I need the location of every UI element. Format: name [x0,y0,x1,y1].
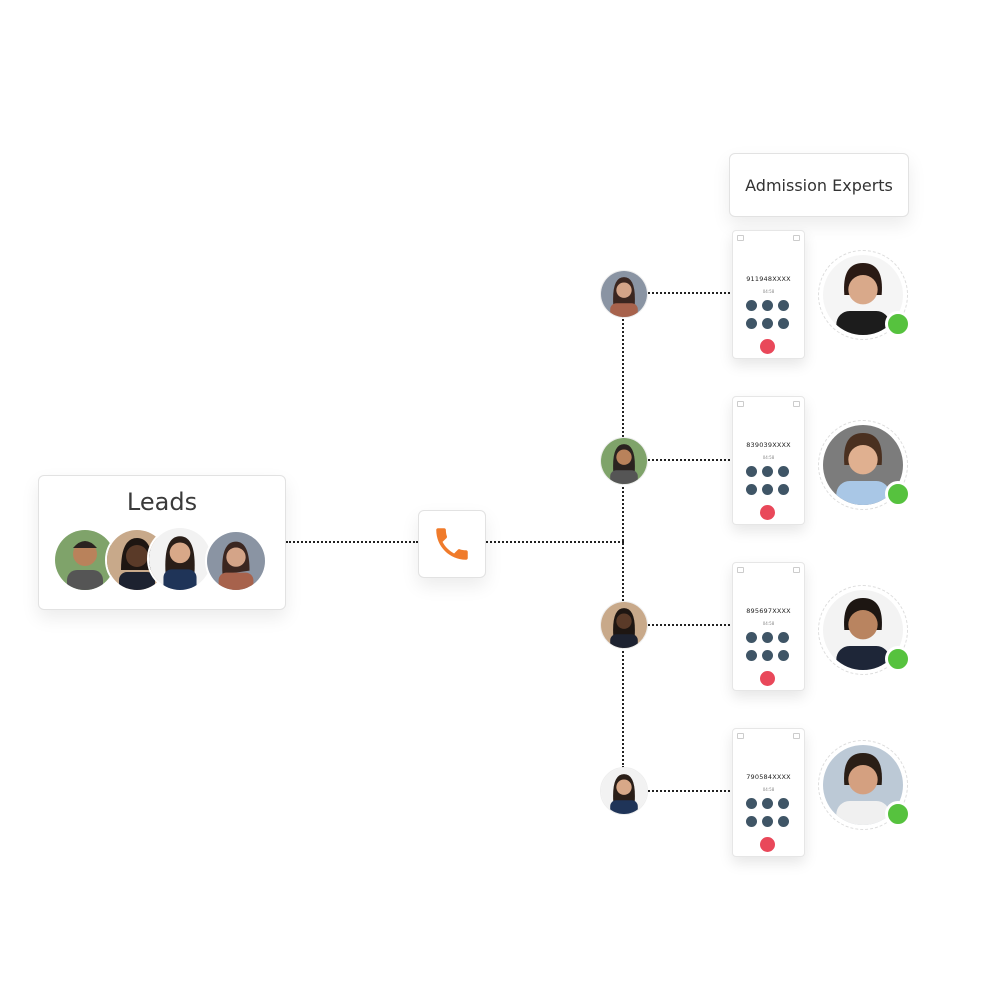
contacts-button[interactable] [778,484,789,495]
video-button[interactable] [762,816,773,827]
menu-icon [793,401,800,407]
routed-lead-avatar [600,767,648,815]
lead-avatar-4 [205,530,267,592]
connector-branch-3 [648,624,730,626]
mute-button[interactable] [746,798,757,809]
home-icon [737,235,744,241]
end-call-button[interactable] [760,671,775,686]
connector-branch-2 [648,459,730,461]
connector-leads-to-phone [286,541,418,543]
call-timer: 04:58 [762,621,775,626]
add-call-button[interactable] [746,816,757,827]
connector-phone-to-trunk [486,541,624,543]
leads-title: Leads [126,488,198,516]
contacts-button[interactable] [778,650,789,661]
keypad-button[interactable] [762,632,773,643]
speaker-button[interactable] [778,300,789,311]
add-call-button[interactable] [746,484,757,495]
call-screen: 790584XXXX 04:58 [732,728,805,857]
phone-number: 895697XXXX [746,607,791,615]
status-online-indicator [885,481,911,507]
connector-trunk [622,316,624,768]
phone-number: 790584XXXX [746,773,791,781]
contacts-button[interactable] [778,816,789,827]
keypad-button[interactable] [762,466,773,477]
phone-number: 911948XXXX [746,275,791,283]
video-button[interactable] [762,650,773,661]
expert-avatar [818,250,911,340]
add-call-button[interactable] [746,318,757,329]
call-timer: 04:58 [762,455,775,460]
call-screen: 839039XXXX 04:58 [732,396,805,525]
leads-card: Leads [38,475,286,610]
contacts-button[interactable] [778,318,789,329]
home-icon [737,567,744,573]
phone-icon [436,528,468,560]
expert-avatar [818,420,911,510]
speaker-button[interactable] [778,798,789,809]
routed-lead-avatar [600,601,648,649]
status-online-indicator [885,646,911,672]
video-button[interactable] [762,484,773,495]
admission-experts-label: Admission Experts [729,153,909,217]
end-call-button[interactable] [760,505,775,520]
connector-branch-1 [648,292,730,294]
call-screen: 911948XXXX 04:58 [732,230,805,359]
menu-icon [793,567,800,573]
mute-button[interactable] [746,632,757,643]
menu-icon [793,733,800,739]
phone-number: 839039XXXX [746,441,791,449]
connector-branch-4 [648,790,730,792]
menu-icon [793,235,800,241]
mute-button[interactable] [746,466,757,477]
home-icon [737,733,744,739]
routed-lead-avatar [600,270,648,318]
speaker-button[interactable] [778,632,789,643]
expert-avatar [818,740,911,830]
end-call-button[interactable] [760,837,775,852]
home-icon [737,401,744,407]
call-screen: 895697XXXX 04:58 [732,562,805,691]
mute-button[interactable] [746,300,757,311]
call-timer: 04:58 [762,289,775,294]
status-online-indicator [885,801,911,827]
keypad-button[interactable] [762,300,773,311]
video-button[interactable] [762,318,773,329]
routed-lead-avatar [600,437,648,485]
call-timer: 04:58 [762,787,775,792]
call-router-node[interactable] [418,510,486,578]
expert-avatar [818,585,911,675]
keypad-button[interactable] [762,798,773,809]
lead-avatar-3 [147,526,213,592]
add-call-button[interactable] [746,650,757,661]
status-online-indicator [885,311,911,337]
speaker-button[interactable] [778,466,789,477]
end-call-button[interactable] [760,339,775,354]
